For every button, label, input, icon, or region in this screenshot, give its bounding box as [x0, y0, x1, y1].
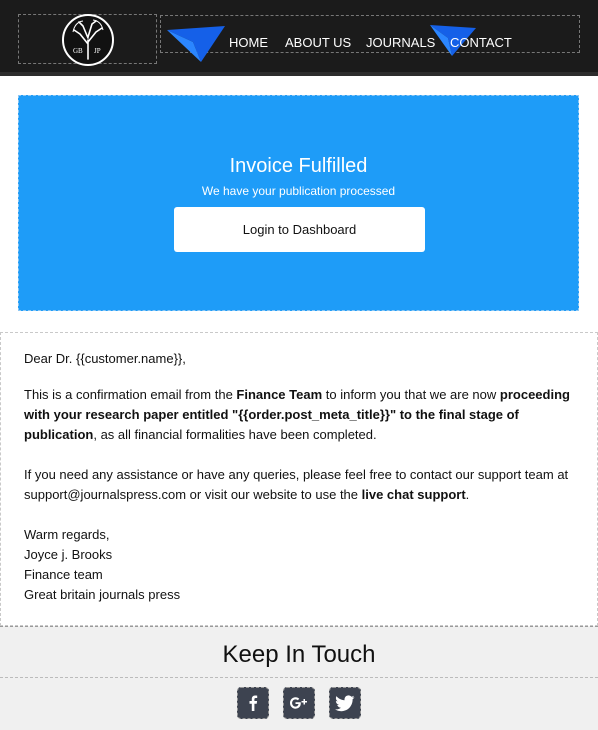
twitter-icon[interactable] — [329, 687, 361, 719]
email-body: Dear Dr. {{customer.name}}, This is a co… — [0, 332, 598, 626]
facebook-icon[interactable] — [237, 687, 269, 719]
logo-container: GB JP — [18, 13, 157, 67]
nav-journals-link[interactable]: JOURNALS — [366, 35, 435, 51]
nav-home-link[interactable]: HOME — [229, 35, 268, 51]
signature-block: Warm regards, Joyce j. Brooks Finance te… — [24, 525, 579, 605]
hero-banner: Invoice Fulfilled We have your publicati… — [18, 95, 579, 311]
email-footer: Keep In Touch — [0, 626, 598, 730]
footer-divider — [0, 677, 598, 678]
login-dashboard-button[interactable]: Login to Dashboard — [174, 207, 425, 252]
greeting-text: Dear Dr. {{customer.name}}, — [24, 351, 186, 366]
sign-company: Great britain journals press — [24, 587, 181, 602]
sign-regards: Warm regards, — [24, 527, 110, 542]
paper-plane-icon — [167, 26, 225, 62]
nav-about-link[interactable]: ABOUT US — [285, 35, 351, 51]
email-header: GB JP HOME ABOUT US JOURNALS CONTACT — [0, 0, 598, 76]
sign-team: Finance team — [24, 567, 103, 582]
confirmation-paragraph: This is a confirmation email from the Fi… — [24, 387, 570, 442]
nav-contact-link[interactable]: CONTACT — [450, 35, 512, 51]
google-plus-icon[interactable] — [283, 687, 315, 719]
footer-title: Keep In Touch — [222, 641, 376, 668]
live-chat-link[interactable]: live chat support — [362, 487, 466, 502]
svg-text:JP: JP — [94, 47, 101, 55]
hero-title: Invoice Fulfilled — [229, 155, 368, 177]
svg-text:GB: GB — [73, 47, 83, 55]
hero-subtitle: We have your publication processed — [201, 184, 396, 198]
sign-name: Joyce j. Brooks — [24, 547, 113, 562]
support-paragraph: If you need any assistance or have any q… — [24, 467, 569, 502]
tree-logo-icon[interactable]: GB JP — [61, 13, 115, 67]
